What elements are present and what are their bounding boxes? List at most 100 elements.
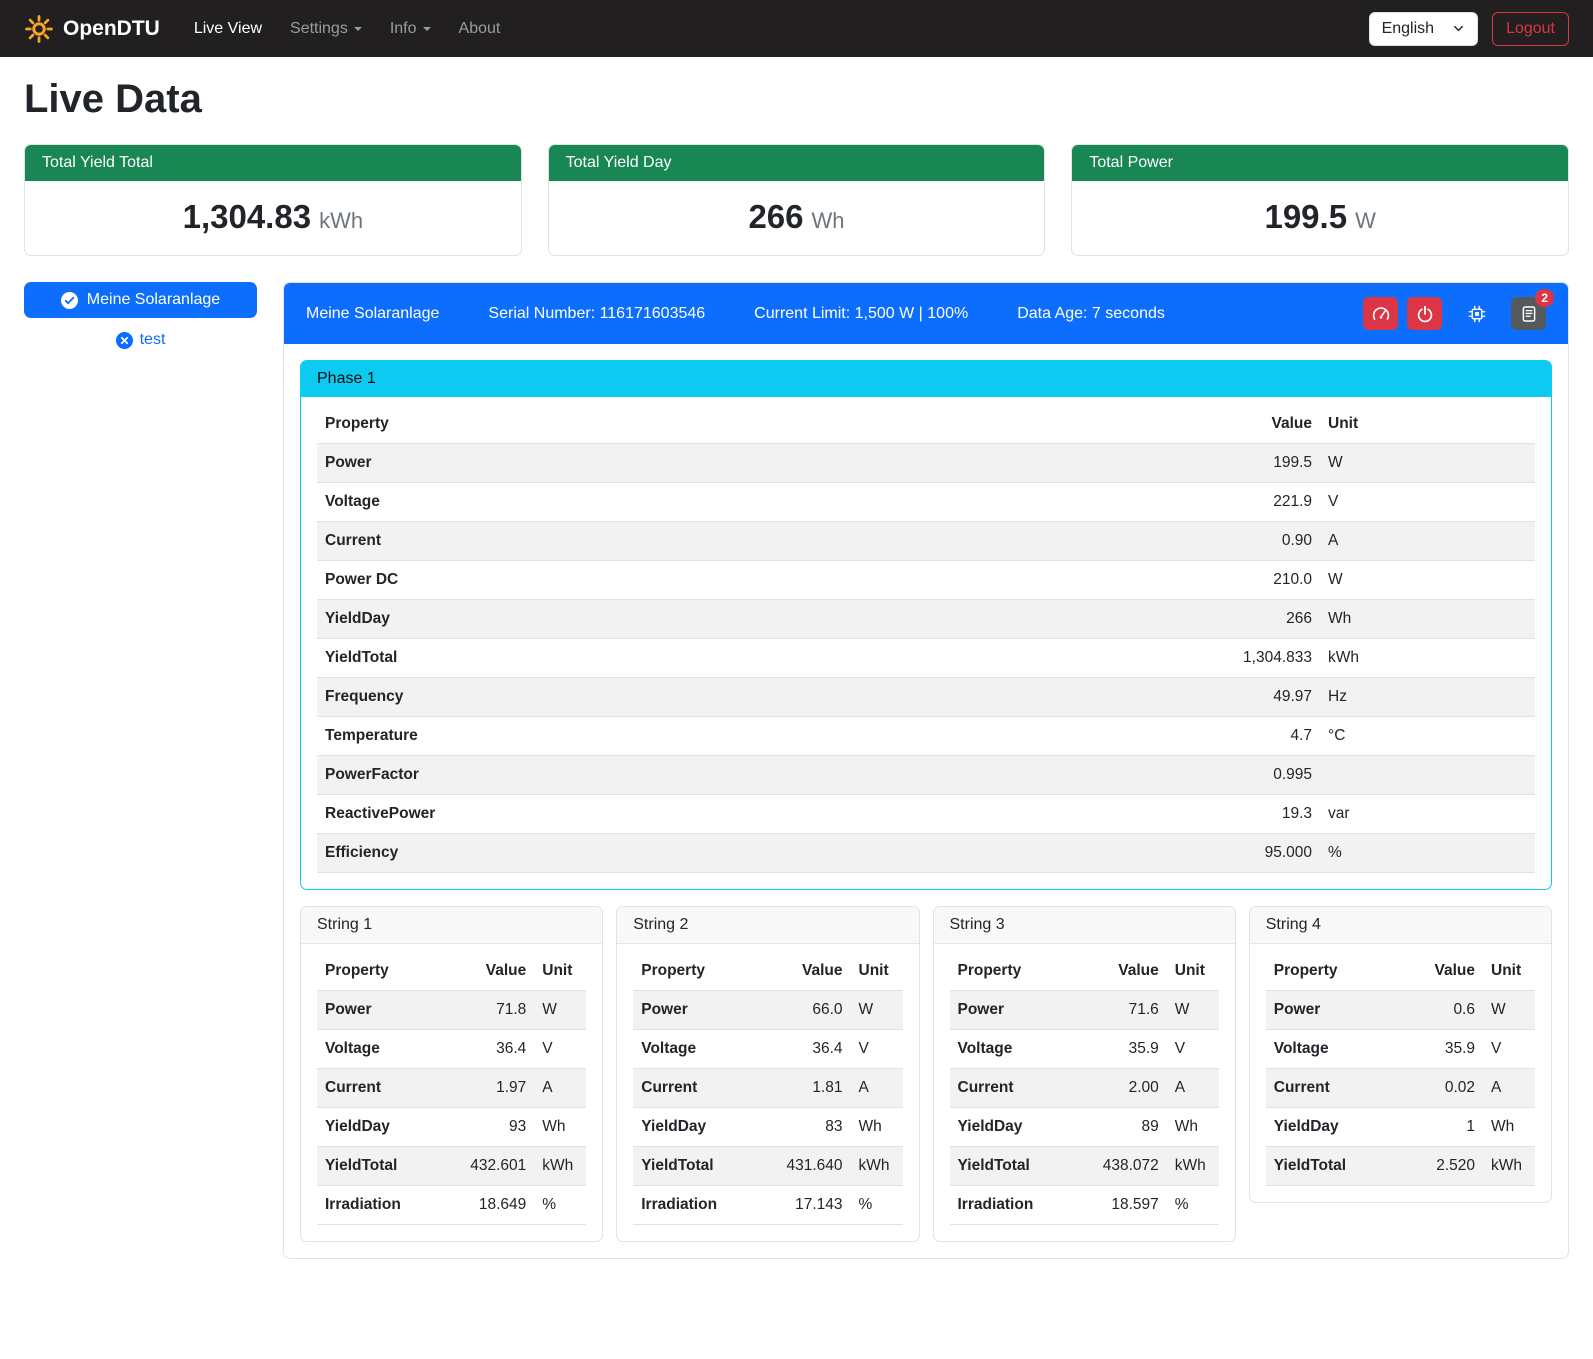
property-cell: Power: [1266, 991, 1409, 1030]
value-cell: 35.9: [1093, 1030, 1167, 1069]
unit-cell: W: [851, 991, 903, 1030]
phase-table: Property Value Unit Power: [317, 405, 1535, 873]
property-cell: Power: [950, 991, 1093, 1030]
phase-card: Phase 1 Property Value Unit: [300, 360, 1552, 890]
table-row: Current 2.00 A: [950, 1069, 1219, 1108]
unit-cell: W: [1483, 991, 1535, 1030]
check-circle-icon: [61, 292, 78, 309]
summary-card-value: 266: [748, 198, 803, 235]
inverter-limit: Current Limit: 1,500 W | 100%: [754, 305, 968, 323]
nav-item-live-view[interactable]: Live View: [182, 12, 274, 46]
table-row: Irradiation 18.649 %: [317, 1186, 586, 1225]
column-header-unit: Unit: [1167, 952, 1219, 991]
value-cell: 1.97: [460, 1069, 534, 1108]
table-row: YieldDay 1 Wh: [1266, 1108, 1535, 1147]
value-cell: 49.97: [1150, 678, 1320, 717]
property-cell: Voltage: [317, 483, 1150, 522]
value-cell: 2.00: [1093, 1069, 1167, 1108]
string-title: String 3: [934, 907, 1235, 944]
table-row: Current 0.90 A: [317, 522, 1535, 561]
summary-card: Total Yield Total 1,304.83 kWh: [24, 144, 522, 256]
power-icon: [1416, 305, 1434, 323]
brand[interactable]: OpenDTU: [24, 14, 160, 44]
string-card-2: String 2 Property Value Unit: [616, 906, 919, 1242]
string-card-3: String 3 Property Value Unit: [933, 906, 1236, 1242]
x-circle-icon: [116, 332, 133, 349]
nav-item-label: Info: [390, 20, 417, 38]
unit-cell: kWh: [1320, 639, 1535, 678]
value-cell: 93: [460, 1108, 534, 1147]
column-header-property: Property: [317, 405, 1150, 444]
inverter-serial: Serial Number: 116171603546: [488, 305, 705, 323]
table-row: YieldTotal 431.640 kWh: [633, 1147, 902, 1186]
summary-card: Total Yield Day 266Wh: [548, 144, 1046, 256]
unit-cell: A: [1320, 522, 1535, 561]
unit-cell: A: [1167, 1069, 1219, 1108]
unit-cell: kWh: [1483, 1147, 1535, 1186]
value-cell: 66.0: [777, 991, 851, 1030]
property-cell: Voltage: [317, 1030, 460, 1069]
nav-item-label: Settings: [290, 20, 348, 38]
summary-card-unit: W: [1355, 208, 1376, 233]
table-row: YieldDay 93 Wh: [317, 1108, 586, 1147]
property-cell: Irradiation: [633, 1186, 776, 1225]
property-cell: YieldDay: [950, 1108, 1093, 1147]
journal-icon: [1520, 305, 1538, 323]
column-header-property: Property: [950, 952, 1093, 991]
chevron-down-icon: [1452, 22, 1465, 35]
property-cell: PowerFactor: [317, 756, 1150, 795]
property-cell: Power DC: [317, 561, 1150, 600]
summary-card-unit: kWh: [319, 208, 363, 233]
property-cell: Irradiation: [950, 1186, 1093, 1225]
nav-item-about[interactable]: About: [447, 12, 513, 46]
value-cell: 0.02: [1409, 1069, 1483, 1108]
language-select[interactable]: English: [1369, 12, 1478, 46]
value-cell: 36.4: [460, 1030, 534, 1069]
event-log-button[interactable]: 2: [1511, 297, 1546, 330]
table-row: Power 199.5 W: [317, 444, 1535, 483]
value-cell: 266: [1150, 600, 1320, 639]
string-card-4: String 4 Property Value Unit: [1249, 906, 1552, 1203]
unit-cell: %: [1167, 1186, 1219, 1225]
unit-cell: A: [534, 1069, 586, 1108]
property-cell: ReactivePower: [317, 795, 1150, 834]
unit-cell: W: [1320, 444, 1535, 483]
unit-cell: Hz: [1320, 678, 1535, 717]
string-table: Property Value Unit Power: [317, 952, 586, 1225]
unit-cell: A: [1483, 1069, 1535, 1108]
sidebar-item-selected-inverter[interactable]: Meine Solaranlage: [24, 282, 257, 318]
table-row: YieldDay 89 Wh: [950, 1108, 1219, 1147]
table-row: Power 66.0 W: [633, 991, 902, 1030]
column-header-unit: Unit: [851, 952, 903, 991]
summary-card-value: 1,304.83: [183, 198, 311, 235]
property-cell: YieldTotal: [950, 1147, 1093, 1186]
language-value: English: [1382, 20, 1434, 38]
column-header-value: Value: [460, 952, 534, 991]
sun-icon: [24, 14, 54, 44]
string-table: Property Value Unit Power: [633, 952, 902, 1225]
summary-card-title: Total Yield Day: [549, 145, 1045, 181]
column-header-property: Property: [317, 952, 460, 991]
limit-settings-button[interactable]: [1363, 297, 1398, 330]
string-title: String 1: [301, 907, 602, 944]
summary-card-title: Total Yield Total: [25, 145, 521, 181]
nav-item-settings[interactable]: Settings: [278, 12, 374, 46]
property-cell: Voltage: [633, 1030, 776, 1069]
sidebar-item-test-inverter[interactable]: test: [24, 331, 257, 349]
property-cell: Current: [1266, 1069, 1409, 1108]
table-row: Power 71.6 W: [950, 991, 1219, 1030]
table-row: Irradiation 18.597 %: [950, 1186, 1219, 1225]
property-cell: Current: [317, 522, 1150, 561]
device-info-button[interactable]: [1459, 297, 1494, 330]
power-button[interactable]: [1407, 297, 1442, 330]
table-row: Power 0.6 W: [1266, 991, 1535, 1030]
table-row: Temperature 4.7 °C: [317, 717, 1535, 756]
logout-button[interactable]: Logout: [1492, 12, 1569, 46]
column-header-value: Value: [777, 952, 851, 991]
property-cell: Power: [633, 991, 776, 1030]
value-cell: 0.6: [1409, 991, 1483, 1030]
property-cell: Irradiation: [317, 1186, 460, 1225]
nav-item-info[interactable]: Info: [378, 12, 443, 46]
nav-item-label: Live View: [194, 20, 262, 38]
caret-down-icon: [423, 27, 431, 31]
